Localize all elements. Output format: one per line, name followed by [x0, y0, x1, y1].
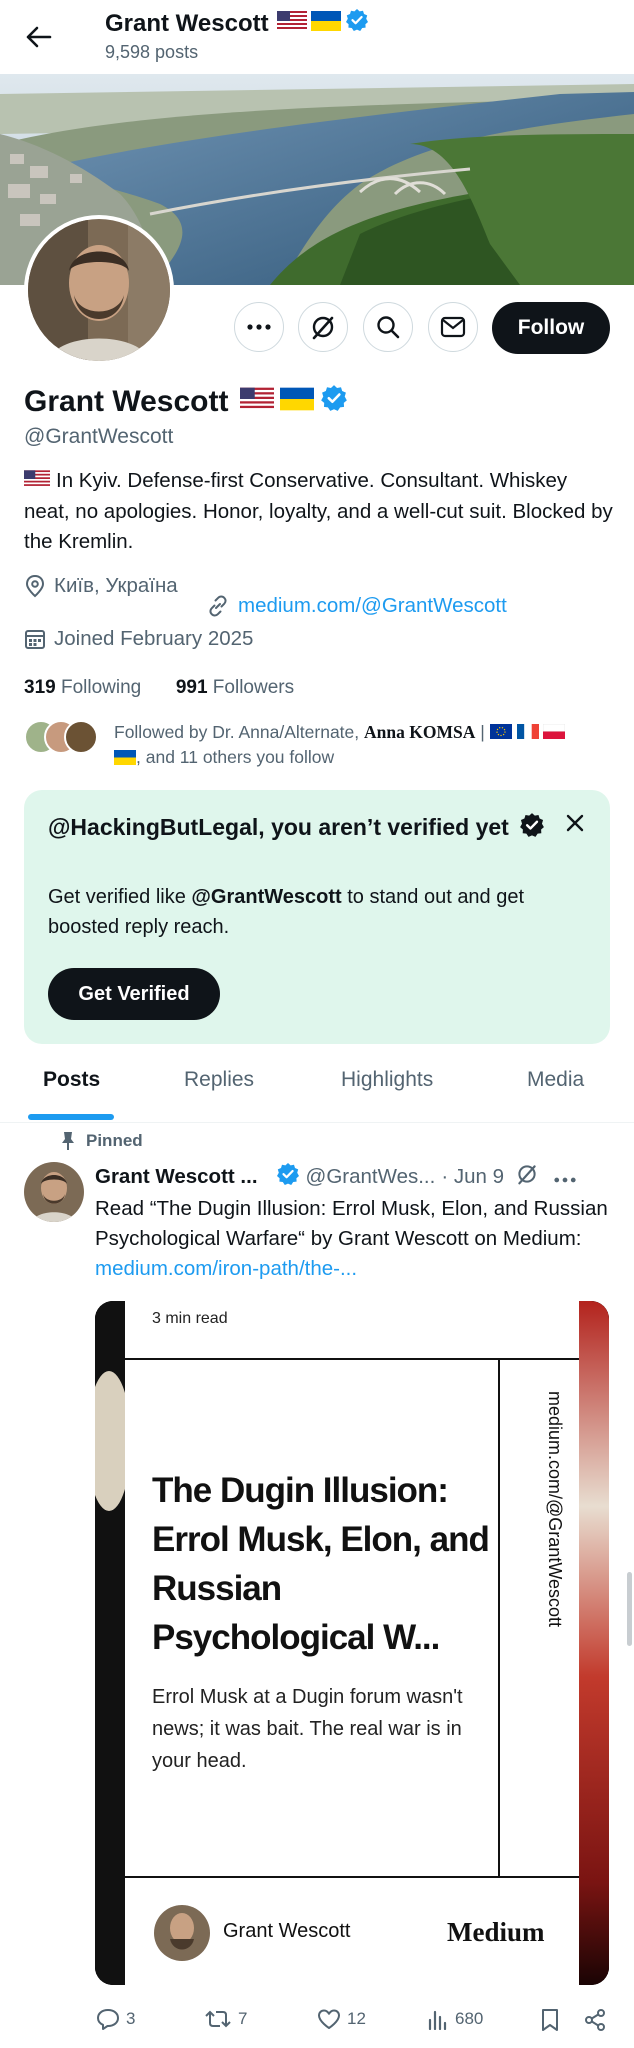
pin-icon	[62, 1132, 74, 1150]
post-date[interactable]: · Jun 9	[441, 1165, 504, 1189]
post-text: Read “The Dugin Illusion: Errol Musk, El…	[95, 1197, 608, 1280]
profile-handle: @GrantWescott	[24, 425, 174, 448]
location-pin-icon	[25, 574, 45, 598]
bookmark-icon	[542, 2009, 558, 2031]
scrollbar[interactable]	[627, 1572, 632, 1646]
followers-link[interactable]: 991 Followers	[176, 677, 294, 698]
follow-counts: 319 Following 991 Followers	[24, 677, 294, 699]
link-icon	[209, 595, 227, 617]
repost-icon	[205, 2010, 231, 2028]
ukraine-flag-icon	[114, 747, 136, 771]
posts-count: 9,598 posts	[105, 42, 199, 62]
card-brand: Medium	[447, 1917, 545, 1947]
post-header: Grant Wescott ... @GrantWes... · Jun 9	[95, 1162, 576, 1192]
close-icon[interactable]	[560, 808, 590, 838]
views-chart-icon	[428, 2010, 447, 2030]
profile-bio: In Kyiv. Defense-first Conservative. Con…	[24, 466, 614, 557]
post-author-avatar[interactable]	[24, 1162, 84, 1222]
pinned-label: Pinned	[60, 1131, 143, 1151]
joined-row: Joined February 2025	[24, 627, 253, 651]
search-button[interactable]	[363, 302, 413, 352]
card-subtitle: Errol Musk at a Dugin forum wasn't news;…	[152, 1686, 463, 1772]
tab-posts[interactable]: Posts	[43, 1068, 100, 1092]
profile-tabs: Posts Replies Highlights Media	[0, 1048, 634, 1123]
us-flag-icon	[240, 385, 275, 419]
heart-icon	[318, 2009, 340, 2029]
bookmark-button[interactable]	[540, 2008, 560, 2032]
verified-check-icon	[519, 812, 545, 846]
post-more-icon[interactable]	[554, 1165, 576, 1189]
card-read-time: 3 min read	[152, 1310, 228, 1327]
tab-highlights[interactable]: Highlights	[341, 1068, 433, 1092]
views-button[interactable]: 680	[427, 2008, 483, 2030]
verify-card-title: @HackingButLegal, you aren’t verified ye…	[48, 812, 548, 846]
follower-avatar[interactable]	[64, 720, 98, 754]
share-icon	[585, 2009, 605, 2031]
repost-button[interactable]: 7	[204, 2008, 247, 2030]
more-options-button[interactable]	[234, 302, 284, 352]
verified-badge-icon	[276, 1162, 300, 1192]
us-flag-icon	[276, 10, 307, 38]
message-button[interactable]	[428, 302, 478, 352]
more-dots-icon	[247, 324, 271, 330]
following-link[interactable]: 319 Following	[24, 677, 141, 698]
header-title: Grant Wescott	[105, 8, 369, 39]
calendar-icon	[25, 630, 45, 649]
profile-avatar[interactable]	[24, 215, 174, 365]
post-actions: 3 7 12 680	[0, 2000, 634, 2040]
tab-media[interactable]: Media	[527, 1068, 584, 1092]
us-flag-icon	[24, 467, 50, 497]
post-link[interactable]: medium.com/iron-path/the-...	[95, 1257, 357, 1280]
tab-replies[interactable]: Replies	[184, 1068, 254, 1092]
grok-button[interactable]	[298, 302, 348, 352]
ukraine-flag-icon	[280, 385, 315, 419]
grok-icon	[312, 316, 334, 340]
mail-icon	[440, 316, 466, 338]
website-link[interactable]: medium.com/@GrantWescott	[238, 594, 507, 618]
verified-badge-icon[interactable]	[320, 384, 348, 420]
followed-by-text[interactable]: Followed by Dr. Anna/Alternate, Anna KOM…	[114, 720, 614, 771]
follow-button[interactable]: Follow	[492, 302, 610, 354]
card-author: Grant Wescott	[223, 1920, 351, 1942]
ukraine-flag-icon	[310, 10, 341, 38]
back-arrow-icon[interactable]	[22, 20, 56, 54]
france-flag-icon	[516, 721, 539, 745]
share-button[interactable]	[583, 2008, 607, 2032]
verification-prompt-card: @HackingButLegal, you aren’t verified ye…	[24, 790, 610, 1044]
get-verified-button[interactable]: Get Verified	[48, 968, 220, 1020]
verified-badge-icon	[345, 8, 369, 39]
reply-icon	[97, 2009, 119, 2030]
active-tab-indicator	[28, 1114, 114, 1120]
post-author-handle[interactable]: @GrantWes...	[306, 1165, 436, 1189]
eu-flag-icon	[489, 721, 512, 745]
search-icon	[377, 316, 400, 339]
verify-card-text: Get verified like @GrantWescott to stand…	[48, 886, 525, 938]
poland-flag-icon	[543, 721, 566, 745]
reply-button[interactable]: 3	[96, 2008, 135, 2030]
top-bar: Grant Wescott 9,598 posts	[0, 0, 634, 74]
card-headline: The Dugin Illusion: Errol Musk, Elon, an…	[152, 1471, 490, 1657]
grok-icon[interactable]	[516, 1163, 538, 1191]
profile-name: Grant Wescott	[24, 384, 348, 420]
card-side-url: medium.com/@GrantWescott	[545, 1391, 565, 1628]
post-author-name[interactable]: Grant Wescott ...	[95, 1165, 258, 1189]
website-row[interactable]: medium.com/@GrantWescott	[206, 594, 507, 618]
like-button[interactable]: 12	[317, 2008, 366, 2030]
location-row: Київ, Україна	[24, 574, 178, 598]
link-preview-card[interactable]: 3 min read The Dugin Illusion: Errol Mus…	[95, 1301, 609, 1985]
